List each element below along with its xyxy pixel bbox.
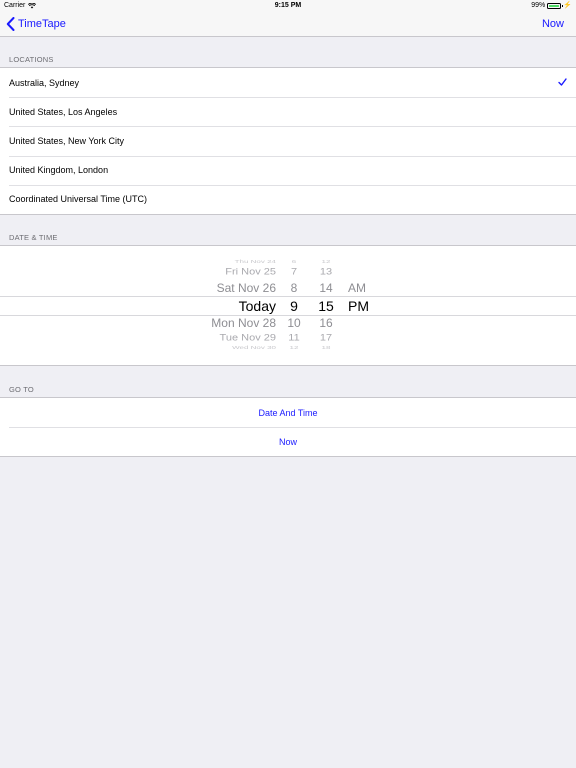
date-time-header: DATE & TIME xyxy=(9,233,58,242)
picker-minute-item: 18 xyxy=(321,345,331,350)
location-row-los-angeles[interactable]: United States, Los Angeles xyxy=(0,97,576,126)
picker-date-item: Sat Nov 26 xyxy=(216,281,276,295)
navigation-bar: TimeTape Now xyxy=(0,12,576,37)
picker-hour-item: 11 xyxy=(288,332,300,344)
picker-minute-selected: 15 xyxy=(318,298,334,314)
location-row-london[interactable]: United Kingdom, London xyxy=(0,155,576,185)
status-right: 99% ⚡ xyxy=(531,0,572,12)
location-row-new-york[interactable]: United States, New York City xyxy=(0,126,576,155)
picker-date-item: Tue Nov 29 xyxy=(219,332,276,344)
picker-hour-item: 7 xyxy=(290,266,298,278)
picker-minute-item: 14 xyxy=(319,281,333,295)
picker-hour-item: 10 xyxy=(287,316,301,330)
location-row-utc[interactable]: Coordinated Universal Time (UTC) xyxy=(0,184,576,214)
picker-hour-item: 8 xyxy=(290,281,298,295)
picker-date-selected: Today xyxy=(238,298,276,314)
go-to-now-button[interactable]: Now xyxy=(0,427,576,456)
picker-date-column[interactable]: Thu Nov 24 Fri Nov 25 Sat Nov 26 Today M… xyxy=(180,246,276,365)
picker-ampm-item: AM xyxy=(348,281,366,295)
back-button-label: TimeTape xyxy=(18,18,66,30)
checkmark-icon xyxy=(558,78,567,86)
location-label: United Kingdom, London xyxy=(9,165,109,176)
status-time: 9:15 PM xyxy=(274,2,302,9)
picker-hour-column[interactable]: 6 7 8 9 10 11 12 xyxy=(282,246,306,365)
status-bar: Carrier 9:15 PM 99% ⚡ xyxy=(0,0,576,12)
charging-bolt-icon: ⚡ xyxy=(563,2,572,9)
picker-minute-item: 16 xyxy=(319,316,333,330)
picker-date-item: Fri Nov 25 xyxy=(225,266,276,278)
go-to-list: Date And Time Now xyxy=(0,397,576,458)
now-button[interactable]: Now xyxy=(542,18,564,30)
picker-hour-selected: 9 xyxy=(290,298,298,314)
location-label: United States, New York City xyxy=(9,135,125,146)
go-to-date-and-time-button[interactable]: Date And Time xyxy=(0,398,576,427)
picker-minute-item: 12 xyxy=(321,259,331,264)
back-button[interactable]: TimeTape xyxy=(6,17,66,31)
locations-list: Australia, Sydney United States, Los Ang… xyxy=(0,67,576,215)
go-to-date-and-time-label: Date And Time xyxy=(258,407,318,418)
picker-date-item: Thu Nov 24 xyxy=(234,259,276,264)
picker-minute-column[interactable]: 12 13 14 15 16 17 18 xyxy=(312,246,340,365)
picker-minute-item: 17 xyxy=(319,332,333,344)
date-time-picker[interactable]: Thu Nov 24 Fri Nov 25 Sat Nov 26 Today M… xyxy=(0,245,576,366)
location-label: United States, Los Angeles xyxy=(9,106,118,117)
picker-ampm-column[interactable]: AM PM xyxy=(348,246,388,365)
location-row-sydney[interactable]: Australia, Sydney xyxy=(0,68,576,97)
picker-date-item: Mon Nov 28 xyxy=(211,316,276,330)
chevron-left-icon xyxy=(6,17,15,31)
picker-date-item: Wed Nov 30 xyxy=(232,345,276,350)
picker-hour-item: 6 xyxy=(291,259,297,264)
battery-icon xyxy=(547,3,564,9)
picker-minute-item: 13 xyxy=(319,266,333,278)
go-to-header: GO TO xyxy=(9,385,34,394)
picker-ampm-selected: PM xyxy=(348,298,369,314)
location-label: Coordinated Universal Time (UTC) xyxy=(9,194,148,205)
battery-percent: 99% xyxy=(531,2,546,9)
locations-header: LOCATIONS xyxy=(9,55,54,64)
location-label: Australia, Sydney xyxy=(9,77,80,88)
go-to-now-label: Now xyxy=(278,436,297,447)
picker-hour-item: 12 xyxy=(289,345,299,350)
